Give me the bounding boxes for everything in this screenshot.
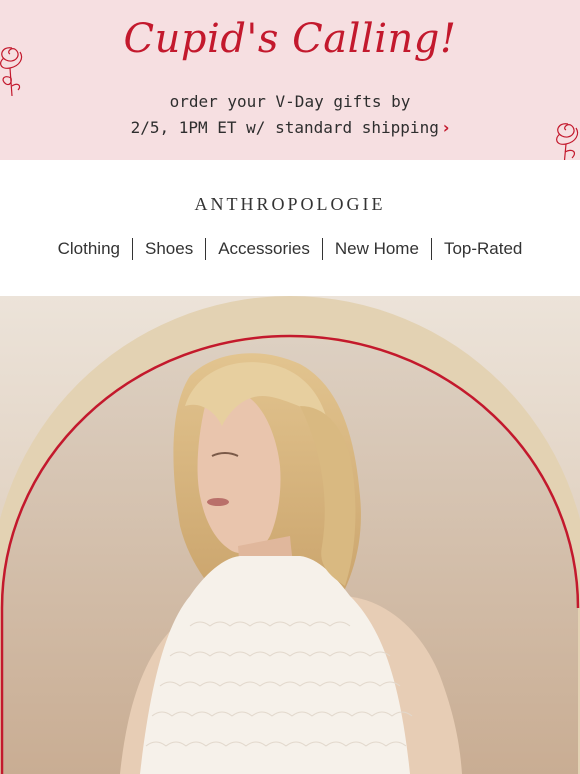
promo-shipping-line[interactable]: 2/5, 1PM ET w/ standard shipping › [0,118,580,137]
promo-subtitle: order your V-Day gifts by [169,92,411,111]
chevron-right-icon[interactable]: › [443,118,450,137]
hero-image[interactable] [0,296,580,774]
promo-shipping-text[interactable]: 2/5, 1PM ET w/ standard shipping [131,118,439,137]
nav-item-accessories[interactable]: Accessories [206,239,322,259]
nav-item-new-home[interactable]: New Home [323,239,431,259]
category-nav: Clothing Shoes Accessories New Home Top-… [0,238,580,260]
nav-item-top-rated[interactable]: Top-Rated [432,239,534,259]
brand-logo[interactable]: ANTHROPOLOGIE [0,194,580,215]
nav-item-clothing[interactable]: Clothing [46,239,132,259]
promo-banner[interactable]: Cupid's Calling! order your V-Day gifts … [0,0,580,160]
nav-item-shoes[interactable]: Shoes [133,239,205,259]
promo-title: Cupid's Calling! [123,16,457,62]
hero-illustration [0,296,580,774]
